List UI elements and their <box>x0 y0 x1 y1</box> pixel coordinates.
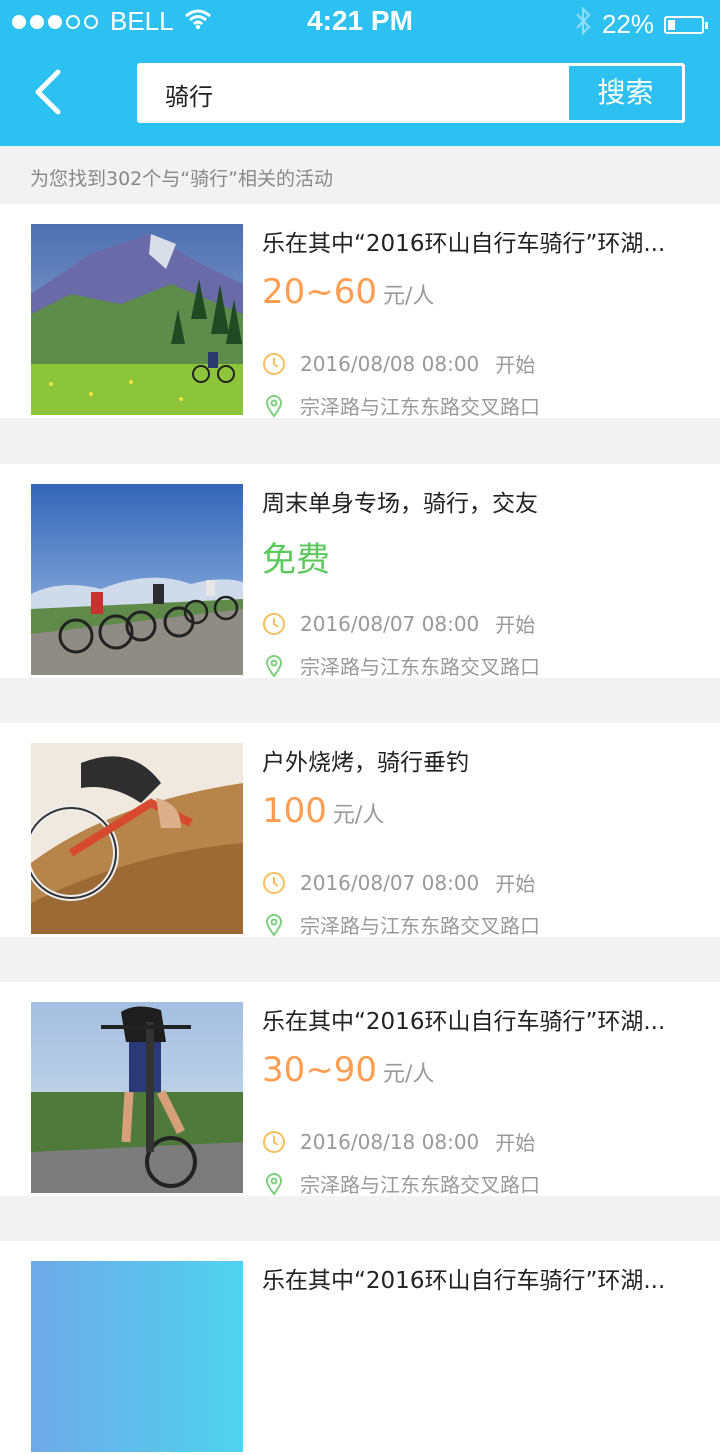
activity-address: 宗泽路与江东东路交叉路口 <box>300 914 540 938</box>
price-value: 30~90 <box>262 1050 378 1090</box>
clock-icon <box>262 612 286 636</box>
top-bar: BELL 4:21 PM 22% 骑行 搜索 <box>0 0 720 146</box>
chevron-left-icon[interactable] <box>30 68 70 118</box>
result-summary: 为您找到302个与“骑行”相关的活动 <box>30 168 333 190</box>
activity-item[interactable]: 乐在其中“2016环山自行车骑行”环湖... 30~90 元/人 2016/08/… <box>0 982 720 1198</box>
location-pin-icon <box>262 654 286 678</box>
clock-icon <box>262 1130 286 1154</box>
battery-percent: 22% <box>601 9 654 39</box>
activity-thumbnail <box>31 224 243 415</box>
activity-address-row: 宗泽路与江东东路交叉路口 <box>262 910 540 939</box>
result-summary-bar: 为您找到302个与“骑行”相关的活动 <box>0 146 720 204</box>
search-button[interactable]: 搜索 <box>569 66 682 120</box>
activity-item[interactable]: 乐在其中“2016环山自行车骑行”环湖... <box>0 1241 720 1455</box>
activity-price: 100 元/人 <box>262 791 384 831</box>
status-bar: BELL 4:21 PM 22% <box>0 0 720 44</box>
battery-cap <box>705 21 708 29</box>
battery-icon <box>664 15 708 34</box>
activity-address-row: 宗泽路与江东东路交叉路口 <box>262 1169 540 1198</box>
location-pin-icon <box>262 1172 286 1196</box>
activity-time: 2016/08/18 08:00 <box>300 1129 480 1154</box>
activity-thumbnail <box>31 1002 243 1193</box>
price-unit: 元/人 <box>332 803 385 828</box>
activity-address: 宗泽路与江东东路交叉路口 <box>300 395 540 419</box>
activity-item[interactable]: 周末单身专场，骑行，交友 免费 2016/08/07 08:00 开始 宗泽路与… <box>0 464 720 680</box>
activity-address: 宗泽路与江东东路交叉路口 <box>300 1173 540 1197</box>
location-pin-icon <box>262 913 286 937</box>
bluetooth-icon <box>574 6 592 43</box>
clock-icon <box>262 871 286 895</box>
activity-time: 2016/08/08 08:00 <box>300 351 480 376</box>
activity-price: 20~60 元/人 <box>262 272 434 312</box>
activity-time: 2016/08/07 08:00 <box>300 611 480 636</box>
start-label: 开始 <box>495 353 536 377</box>
price-unit: 元/人 <box>383 284 435 309</box>
search-input[interactable]: 骑行 <box>165 77 213 112</box>
activity-time-row: 2016/08/07 08:00 开始 <box>262 868 535 897</box>
activity-title: 乐在其中“2016环山自行车骑行”环湖... <box>262 1009 666 1035</box>
activity-thumbnail <box>31 484 243 675</box>
activity-thumbnail <box>31 1261 243 1452</box>
start-label: 开始 <box>495 1131 536 1155</box>
activity-title: 乐在其中“2016环山自行车骑行”环湖... <box>262 1268 666 1294</box>
activity-title: 周末单身专场，骑行，交友 <box>262 491 538 517</box>
activity-item[interactable]: 户外烧烤，骑行垂钓 100 元/人 2016/08/07 08:00 开始 宗泽路… <box>0 723 720 939</box>
activity-address-row: 宗泽路与江东东路交叉路口 <box>262 651 540 680</box>
location-pin-icon <box>262 394 286 418</box>
price-value: 20~60 <box>262 272 378 312</box>
start-label: 开始 <box>495 872 536 896</box>
price-value: 100 <box>262 791 327 831</box>
search-box: 骑行 搜索 <box>137 63 685 123</box>
activity-time-row: 2016/08/08 08:00 开始 <box>262 349 535 378</box>
battery-fill <box>668 19 675 30</box>
start-label: 开始 <box>495 613 536 637</box>
price-value: 免费 <box>262 540 330 580</box>
activity-time-row: 2016/08/18 08:00 开始 <box>262 1127 535 1156</box>
activity-price: 30~90 元/人 <box>262 1050 434 1090</box>
activity-title: 乐在其中“2016环山自行车骑行”环湖... <box>262 231 666 257</box>
status-right: 22% <box>574 6 708 43</box>
activity-address-row: 宗泽路与江东东路交叉路口 <box>262 391 540 420</box>
activity-time: 2016/08/07 08:00 <box>300 870 480 895</box>
price-unit: 元/人 <box>383 1062 435 1087</box>
activity-price: 免费 <box>262 532 330 581</box>
activity-address: 宗泽路与江东东路交叉路口 <box>300 655 540 679</box>
activity-title: 户外烧烤，骑行垂钓 <box>262 750 469 776</box>
activity-time-row: 2016/08/07 08:00 开始 <box>262 609 535 638</box>
activity-item[interactable]: 乐在其中“2016环山自行车骑行”环湖... 20~60 元/人 2016/08/… <box>0 204 720 420</box>
clock-icon <box>262 352 286 376</box>
activity-thumbnail <box>31 743 243 934</box>
